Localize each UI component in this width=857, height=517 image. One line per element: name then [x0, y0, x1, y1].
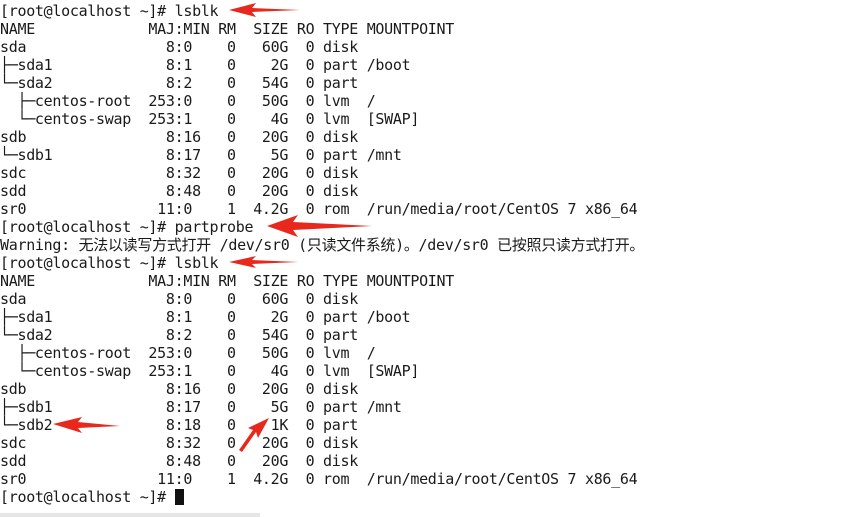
lsblk-row-sdc: sdc 8:32 0 20G 0 disk — [0, 164, 358, 182]
lsblk-row-centos-swap: └─centos-swap 253:1 0 4G 0 lvm [SWAP] — [0, 362, 420, 380]
lsblk-row-sr0: sr0 11:0 1 4.2G 0 rom /run/media/root/Ce… — [0, 200, 638, 218]
lsblk-row-sdc: sdc 8:32 0 20G 0 disk — [0, 434, 358, 452]
prompt-line-partprobe: [root@localhost ~]# partprobe — [0, 218, 254, 236]
text-cursor — [174, 489, 184, 505]
prompt-line-current[interactable]: [root@localhost ~]# — [0, 488, 184, 506]
lsblk-row-centos-swap: └─centos-swap 253:1 0 4G 0 lvm [SWAP] — [0, 110, 420, 128]
prompt-line-lsblk-2: [root@localhost ~]# lsblk — [0, 254, 219, 272]
lsblk-row-centos-root: ├─centos-root 253:0 0 50G 0 lvm / — [0, 92, 376, 110]
lsblk-row-sda2: └─sda2 8:2 0 54G 0 part — [0, 74, 358, 92]
lsblk-row-sda: sda 8:0 0 60G 0 disk — [0, 290, 358, 308]
lsblk-row-sdb: sdb 8:16 0 20G 0 disk — [0, 380, 358, 398]
prompt-line-lsblk-1: [root@localhost ~]# lsblk — [0, 2, 219, 20]
lsblk-header: NAME MAJ:MIN RM SIZE RO TYPE MOUNTPOINT — [0, 272, 455, 290]
lsblk-row-sdd: sdd 8:48 0 20G 0 disk — [0, 452, 358, 470]
lsblk-row-sdd: sdd 8:48 0 20G 0 disk — [0, 182, 358, 200]
lsblk-row-centos-root: ├─centos-root 253:0 0 50G 0 lvm / — [0, 344, 376, 362]
lsblk-row-sdb1: ├─sdb1 8:17 0 5G 0 part /mnt — [0, 398, 402, 416]
lsblk-row-sdb: sdb 8:16 0 20G 0 disk — [0, 128, 358, 146]
lsblk-row-sr0: sr0 11:0 1 4.2G 0 rom /run/media/root/Ce… — [0, 470, 638, 488]
lsblk-row-sdb1: └─sdb1 8:17 0 5G 0 part /mnt — [0, 146, 402, 164]
lsblk-header: NAME MAJ:MIN RM SIZE RO TYPE MOUNTPOINT — [0, 20, 455, 38]
prompt-text: [root@localhost ~]# — [0, 488, 175, 506]
bottom-strip — [0, 513, 260, 517]
warning-line: Warning: 无法以读写方式打开 /dev/sr0 (只读文件系统)。/de… — [0, 236, 645, 254]
lsblk-row-sda2: └─sda2 8:2 0 54G 0 part — [0, 326, 358, 344]
lsblk-row-sda1: ├─sda1 8:1 0 2G 0 part /boot — [0, 56, 411, 74]
lsblk-row-sda1: ├─sda1 8:1 0 2G 0 part /boot — [0, 308, 411, 326]
lsblk-row-sdb2: └─sdb2 8:18 0 1K 0 part — [0, 416, 358, 434]
terminal-window[interactable]: [root@localhost ~]# lsblk NAME MAJ:MIN R… — [0, 0, 857, 517]
lsblk-row-sda: sda 8:0 0 60G 0 disk — [0, 38, 358, 56]
